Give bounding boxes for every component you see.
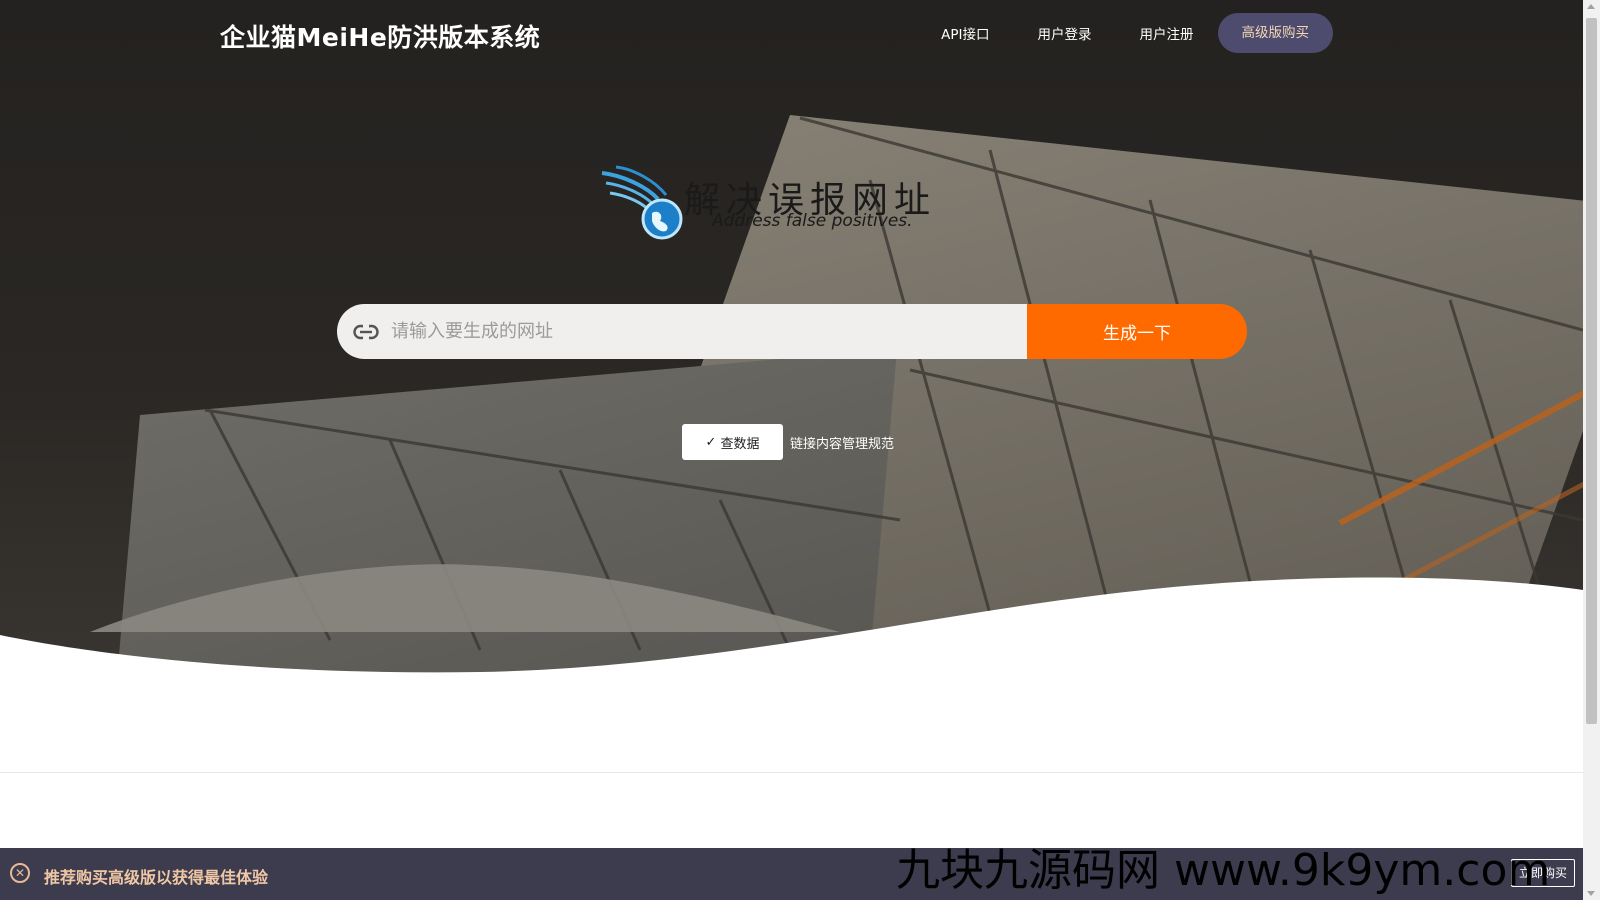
content-rules-link[interactable]: 链接内容管理规范 bbox=[790, 433, 894, 452]
brand-title[interactable]: 企业猫MeiHe防洪版本系统 bbox=[220, 18, 540, 54]
promo-message: 推荐购买高级版以获得最佳体验 bbox=[44, 868, 269, 887]
url-generate-form: 生成一下 bbox=[337, 304, 1247, 359]
globe-wings-icon bbox=[601, 165, 683, 240]
hero-wave bbox=[0, 564, 1583, 700]
tools-row: ✓ 查数据 链接内容管理规范 bbox=[682, 424, 894, 460]
logo-subtitle: Address false positives. bbox=[712, 211, 913, 231]
scroll-down-icon[interactable] bbox=[1587, 891, 1595, 896]
top-nav: API接口 用户登录 用户注册 高级版购买 bbox=[893, 13, 1333, 53]
nav-buy-premium-button[interactable]: 高级版购买 bbox=[1217, 13, 1333, 53]
url-field-wrapper bbox=[337, 304, 1027, 359]
scrollbar-thumb[interactable] bbox=[1586, 18, 1597, 724]
generate-button[interactable]: 生成一下 bbox=[1027, 304, 1247, 359]
section-divider bbox=[0, 772, 1583, 773]
site-header: 企业猫MeiHe防洪版本系统 API接口 用户登录 用户注册 高级版购买 bbox=[0, 0, 1583, 68]
check-data-label: 查数据 bbox=[720, 436, 760, 452]
nav-api[interactable]: API接口 bbox=[941, 23, 989, 43]
scroll-up-icon[interactable] bbox=[1587, 4, 1595, 9]
check-data-button[interactable]: ✓ 查数据 bbox=[682, 424, 783, 460]
checkmark-icon: ✓ bbox=[705, 434, 717, 450]
url-input[interactable] bbox=[391, 321, 991, 342]
nav-login[interactable]: 用户登录 bbox=[1038, 23, 1092, 43]
link-icon bbox=[353, 323, 379, 340]
watermark-text: 九块九源码网 www.9k9ym.com bbox=[896, 845, 1551, 896]
close-icon[interactable]: ✕ bbox=[10, 863, 30, 883]
site-logo: 解决误报网址 Address false positives. bbox=[600, 165, 980, 245]
page-scrollbar[interactable] bbox=[1583, 0, 1600, 900]
nav-register[interactable]: 用户注册 bbox=[1140, 23, 1194, 43]
